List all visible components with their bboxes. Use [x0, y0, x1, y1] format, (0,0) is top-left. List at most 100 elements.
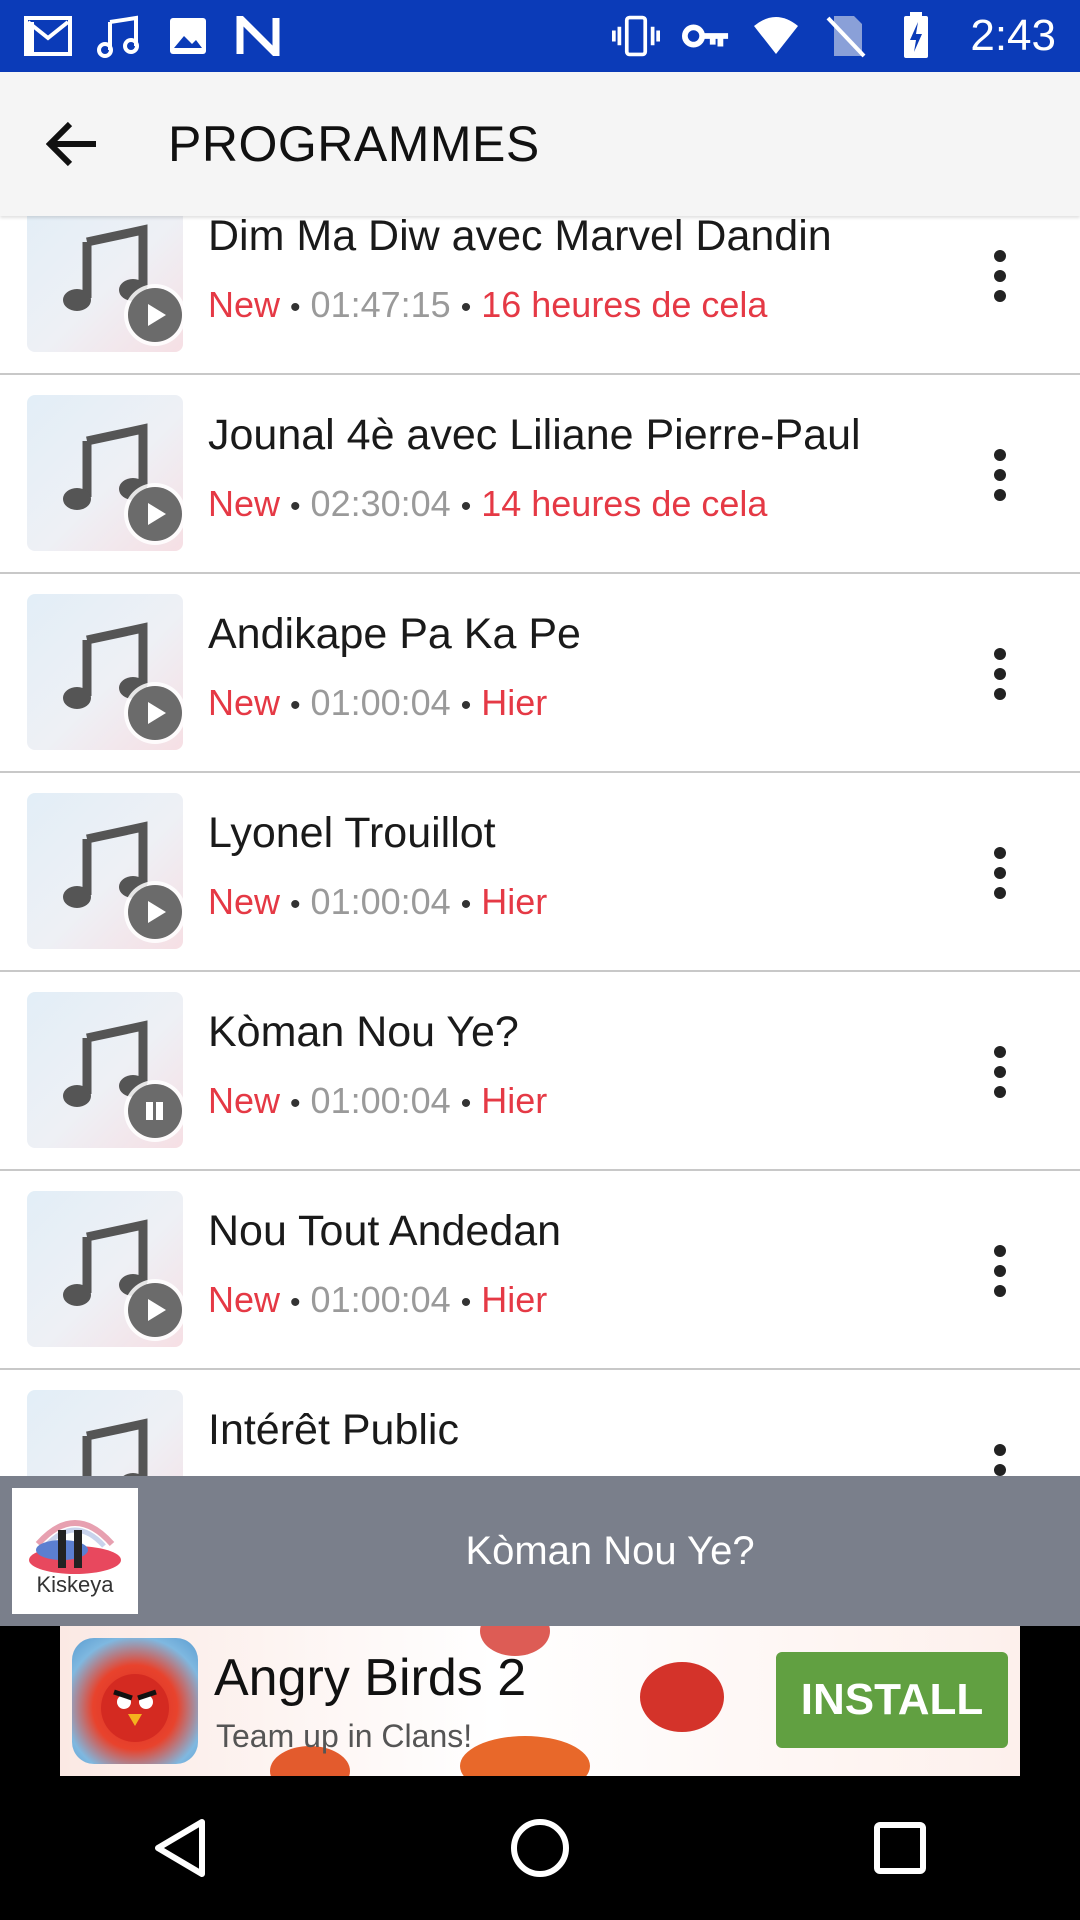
- episode-title: Lyonel Trouillot: [208, 809, 496, 857]
- new-badge: New: [208, 881, 281, 922]
- angry-birds-app-icon[interactable]: [72, 1638, 198, 1764]
- nav-back-button[interactable]: [120, 1788, 240, 1908]
- pause-icon: [146, 1102, 163, 1120]
- episode-date: Hier: [481, 1080, 548, 1121]
- more-vert-icon: [994, 648, 1006, 700]
- episode-more-button[interactable]: [960, 1430, 1040, 1476]
- episode-duration: 01:00:04: [310, 682, 451, 723]
- play-button[interactable]: [128, 1283, 182, 1337]
- episode-duration: 02:30:04: [310, 483, 451, 524]
- pause-button[interactable]: [128, 1084, 182, 1138]
- episode-date: Hier: [481, 1279, 548, 1320]
- ad-banner[interactable]: Angry Birds 2 Team up in Clans! INSTALL: [60, 1626, 1020, 1776]
- more-vert-icon: [994, 1245, 1006, 1297]
- back-button[interactable]: [0, 72, 144, 216]
- ad-bird-decoration: [460, 1736, 590, 1776]
- meta-separator: •: [460, 291, 472, 324]
- no-sim-icon: [822, 12, 870, 60]
- meta-separator: •: [460, 490, 472, 523]
- episode-row[interactable]: Andikape Pa Ka Pe New • 01:00:04 • Hier: [0, 574, 1080, 773]
- app-bar: PROGRAMMES: [0, 72, 1080, 216]
- episode-row[interactable]: Intérêt Public: [0, 1370, 1080, 1476]
- music-note-icon: [82, 1418, 148, 1476]
- play-button[interactable]: [128, 487, 182, 541]
- image-icon: [164, 12, 212, 60]
- episode-duration: 01:47:15: [310, 284, 451, 325]
- episode-list[interactable]: Dim Ma Diw avec Marvel Dandin New • 01:47:1…: [0, 216, 1080, 1476]
- episode-more-button[interactable]: [960, 634, 1040, 714]
- more-vert-icon: [994, 250, 1006, 302]
- episode-title: Jounal 4è avec Liliane Pierre-Paul: [208, 411, 861, 459]
- install-button[interactable]: INSTALL: [776, 1652, 1008, 1748]
- episode-meta: New • 01:00:04 • Hier: [208, 682, 547, 724]
- new-badge: New: [208, 483, 281, 524]
- episode-duration: 01:00:04: [310, 1279, 451, 1320]
- meta-separator: •: [290, 291, 301, 324]
- meta-separator: •: [460, 1087, 472, 1120]
- arrow-back-icon: [46, 121, 96, 167]
- episode-row[interactable]: Kòman Nou Ye? New • 01:00:04 • Hier: [0, 972, 1080, 1171]
- episode-row[interactable]: Dim Ma Diw avec Marvel Dandin New • 01:47:1…: [0, 216, 1080, 375]
- nav-recents-button[interactable]: [840, 1788, 960, 1908]
- status-bar: 2:43: [0, 0, 1080, 72]
- clock: 2:43: [970, 11, 1056, 60]
- episode-meta: New • 01:47:15 • 16 heures de cela: [208, 284, 767, 326]
- episode-duration: 01:00:04: [310, 1080, 451, 1121]
- episode-more-button[interactable]: [960, 1032, 1040, 1112]
- nav-home-button[interactable]: [480, 1788, 600, 1908]
- episode-row[interactable]: Lyonel Trouillot New • 01:00:04 • Hier: [0, 773, 1080, 972]
- now-playing-title[interactable]: Kòman Nou Ye?: [140, 1476, 1080, 1626]
- meta-separator: •: [290, 1286, 301, 1319]
- more-vert-icon: [994, 1444, 1006, 1476]
- ad-subtitle: Team up in Clans!: [216, 1718, 473, 1754]
- mini-player[interactable]: Kiskeya Kòman Nou Ye?: [0, 1476, 1080, 1626]
- player-art-label: Kiskeya: [36, 1572, 114, 1597]
- episode-thumbnail[interactable]: [27, 1390, 183, 1476]
- episode-date: Hier: [481, 682, 548, 723]
- battery-charging-icon: [892, 12, 940, 60]
- new-badge: New: [208, 1279, 281, 1320]
- episode-duration: 01:00:04: [310, 881, 451, 922]
- music-note-icon: [94, 12, 142, 60]
- recents-square-icon: [874, 1822, 926, 1874]
- play-icon: [148, 1299, 166, 1321]
- vibrate-icon: [612, 12, 661, 60]
- play-button[interactable]: [128, 686, 182, 740]
- player-artwork[interactable]: Kiskeya: [12, 1488, 138, 1614]
- meta-separator: •: [290, 888, 301, 921]
- meta-separator: •: [460, 689, 472, 722]
- home-circle-icon: [511, 1819, 569, 1877]
- ad-title: Angry Birds 2: [214, 1649, 527, 1707]
- back-triangle-icon: [155, 1819, 205, 1877]
- new-badge: New: [208, 682, 281, 723]
- play-icon: [148, 503, 166, 525]
- play-icon: [148, 901, 166, 923]
- episode-more-button[interactable]: [960, 435, 1040, 515]
- episode-meta: New • 01:00:04 • Hier: [208, 1080, 547, 1122]
- episode-title: Kòman Nou Ye?: [208, 1008, 519, 1056]
- meta-separator: •: [460, 1286, 472, 1319]
- play-button[interactable]: [128, 288, 182, 342]
- meta-separator: •: [290, 490, 301, 523]
- episode-date: Hier: [481, 881, 548, 922]
- ad-zone: Angry Birds 2 Team up in Clans! INSTALL: [0, 1626, 1080, 1776]
- episode-more-button[interactable]: [960, 1231, 1040, 1311]
- system-nav-bar: [0, 1776, 1080, 1920]
- episode-more-button[interactable]: [960, 236, 1040, 316]
- episode-list-inner: Dim Ma Diw avec Marvel Dandin New • 01:47:1…: [0, 216, 1080, 1476]
- ad-bird-decoration: [640, 1662, 724, 1732]
- episode-title: Dim Ma Diw avec Marvel Dandin: [208, 216, 832, 260]
- episode-title: Nou Tout Andedan: [208, 1207, 562, 1255]
- page-title: PROGRAMMES: [168, 116, 540, 172]
- more-vert-icon: [994, 847, 1006, 899]
- episode-date: 14 heures de cela: [481, 483, 768, 524]
- meta-separator: •: [290, 689, 301, 722]
- episode-more-button[interactable]: [960, 833, 1040, 913]
- episode-meta: New • 01:00:04 • Hier: [208, 881, 547, 923]
- more-vert-icon: [994, 449, 1006, 501]
- new-badge: New: [208, 284, 281, 325]
- play-button[interactable]: [128, 885, 182, 939]
- episode-row[interactable]: Nou Tout Andedan New • 01:00:04 • Hier: [0, 1171, 1080, 1370]
- episode-row[interactable]: Jounal 4è avec Liliane Pierre-Paul New • 02…: [0, 375, 1080, 574]
- more-vert-icon: [994, 1046, 1006, 1098]
